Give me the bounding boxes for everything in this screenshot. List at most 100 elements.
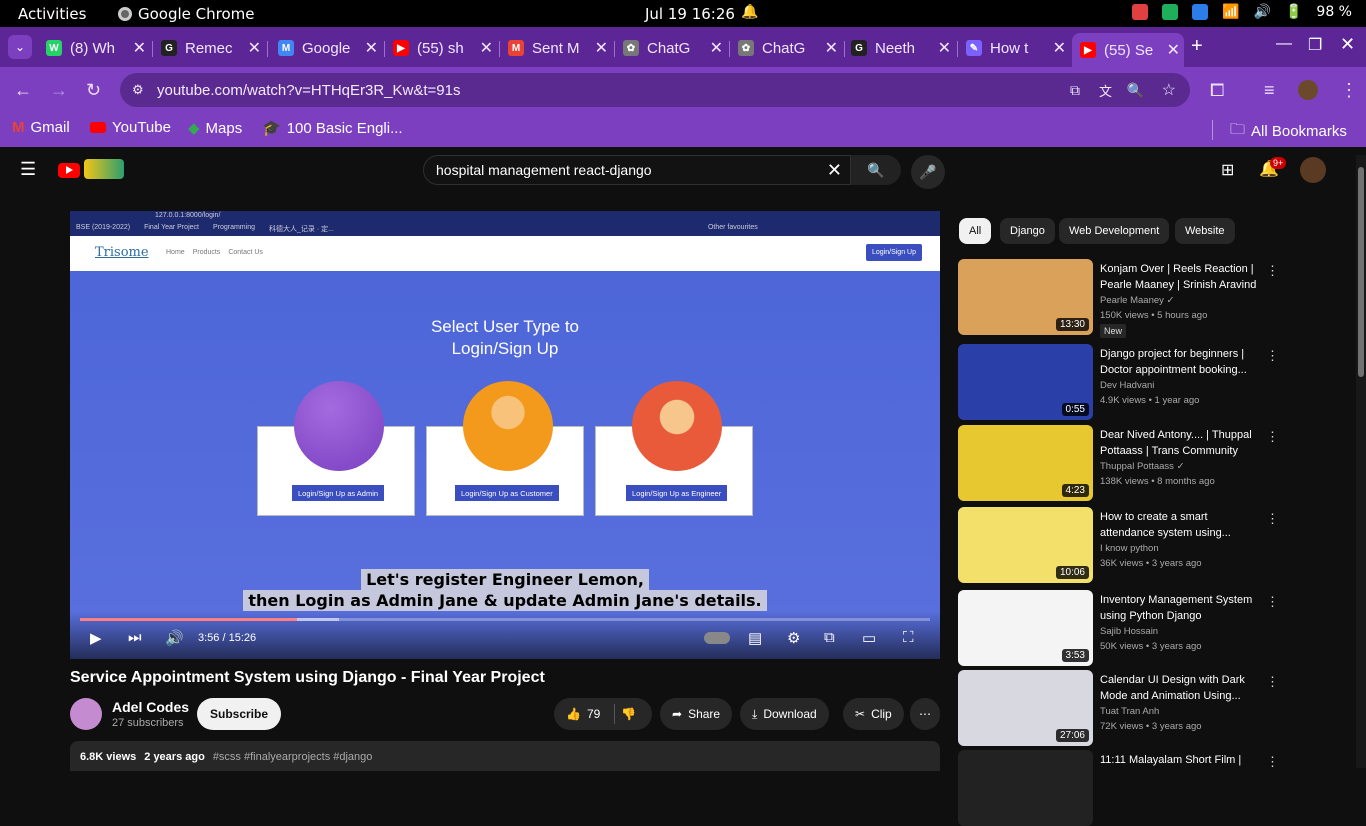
autoplay-toggle[interactable] — [704, 632, 730, 644]
more-options-icon[interactable]: ⋮ — [1266, 429, 1279, 445]
minimize-button[interactable]: — — [1276, 35, 1292, 53]
browser-tab[interactable]: M Google ✕ — [270, 33, 382, 63]
like-dislike-group[interactable]: 👍 79 👎 — [554, 698, 652, 730]
open-in-app-icon[interactable]: ⧉ — [1070, 82, 1080, 99]
app-indicator-icon[interactable] — [1192, 4, 1209, 20]
system-tray[interactable]: 📶 🔊 🔋 98 % — [1132, 4, 1352, 20]
share-button[interactable]: ➦ Share — [660, 698, 733, 730]
rec-channel[interactable]: I know python — [1100, 543, 1159, 554]
browser-tab[interactable]: ▶ (55) sh ✕ — [385, 33, 497, 63]
channel-name[interactable]: Adel Codes — [112, 699, 189, 715]
next-icon[interactable]: ⏭ — [128, 629, 142, 646]
recommended-video[interactable]: 4:23 Dear Nived Antony.... | Thuppal Pott… — [958, 425, 1338, 501]
translate-icon[interactable]: 文 — [1099, 81, 1112, 100]
app-menu[interactable]: Google Chrome — [118, 5, 255, 23]
bookmark-star-icon[interactable]: ☆ — [1162, 80, 1176, 100]
filter-chip[interactable]: Web Development — [1059, 218, 1170, 244]
address-bar[interactable]: ⚙ youtube.com/watch?v=HTHqEr3R_Kw&t=91s … — [120, 73, 1190, 107]
video-thumbnail[interactable]: 3:53 — [958, 590, 1093, 666]
zoom-icon[interactable]: 🔍 — [1127, 82, 1144, 99]
browser-tab[interactable]: ✎ How t ✕ — [958, 33, 1070, 63]
captions-icon[interactable]: ▤ — [748, 629, 762, 647]
search-button[interactable]: 🔍 — [851, 155, 901, 185]
video-thumbnail[interactable]: 13:30 — [958, 259, 1093, 335]
rec-title[interactable]: Inventory Management System using Python… — [1100, 592, 1265, 624]
browser-tab[interactable]: M Sent M ✕ — [500, 33, 612, 63]
recommended-video[interactable]: 3:53 Inventory Management System using Py… — [958, 590, 1338, 666]
youtube-logo[interactable] — [58, 163, 80, 178]
voice-search-button[interactable]: 🎤 — [911, 155, 945, 189]
rec-channel[interactable]: Pearle Maaney ✓ — [1100, 295, 1175, 306]
close-tab-icon[interactable]: ✕ — [595, 38, 608, 58]
create-icon[interactable]: ⊞ — [1221, 160, 1234, 180]
tab-search-button[interactable]: ⌄ — [8, 35, 32, 59]
back-button[interactable]: ← — [14, 80, 32, 101]
hamburger-menu-icon[interactable]: ☰ — [20, 159, 36, 180]
fullscreen-icon[interactable]: ⛶ — [903, 629, 914, 646]
close-tab-icon[interactable]: ✕ — [248, 38, 261, 58]
progress-bar[interactable] — [80, 618, 930, 621]
recommended-video[interactable]: 0:55 Django project for beginners | Docto… — [958, 344, 1338, 420]
browser-tab[interactable]: ✿ ChatG ✕ — [615, 33, 727, 63]
recommended-video[interactable]: 27:06 Calendar UI Design with Dark Mode a… — [958, 670, 1338, 746]
all-bookmarks-button[interactable]: 🗀 All Bookmarks — [1230, 119, 1347, 144]
browser-tab[interactable]: G Remec ✕ — [153, 33, 265, 63]
video-thumbnail[interactable]: 0:55 — [958, 344, 1093, 420]
scrollbar-thumb[interactable] — [1358, 167, 1364, 377]
rec-title[interactable]: Dear Nived Antony.... | Thuppal Pottaass… — [1100, 427, 1265, 459]
bookmark-maps[interactable]: ◆ Maps — [188, 119, 242, 138]
profile-avatar[interactable] — [1298, 80, 1318, 100]
browser-tab[interactable]: W (8) Wh ✕ — [38, 33, 150, 63]
browser-tab[interactable]: ▶ (55) Se ✕ — [1072, 33, 1184, 67]
site-info-icon[interactable]: ⚙ — [132, 82, 144, 98]
recommended-video[interactable]: 13:30 Konjam Over | Reels Reaction | Pear… — [958, 259, 1338, 338]
rec-channel[interactable]: Tuat Tran Anh — [1100, 706, 1159, 717]
bookmark-gmail[interactable]: M Gmail — [12, 119, 70, 136]
close-tab-icon[interactable]: ✕ — [480, 38, 493, 58]
activities-button[interactable]: Activities — [18, 5, 86, 23]
miniplayer-icon[interactable]: ⧉ — [824, 629, 835, 646]
video-thumbnail[interactable] — [958, 750, 1093, 826]
doodle-logo[interactable] — [84, 159, 124, 179]
video-player[interactable]: 127.0.0.1:8000/login/ BSE (2019-2022) Fin… — [70, 211, 940, 659]
close-tab-icon[interactable]: ✕ — [1053, 38, 1066, 58]
hashtags[interactable]: #scss #finalyearprojects #django — [213, 751, 373, 763]
subscribe-button[interactable]: Subscribe — [197, 698, 282, 730]
filter-chip[interactable]: Django — [1000, 218, 1055, 244]
bookmark-english[interactable]: 🎓 100 Basic Engli... — [262, 119, 403, 138]
more-options-icon[interactable]: ⋮ — [1266, 348, 1279, 364]
rec-channel[interactable]: Dev Hadvani — [1100, 380, 1154, 391]
chrome-menu-icon[interactable]: ⋮ — [1340, 80, 1358, 101]
close-tab-icon[interactable]: ✕ — [365, 38, 378, 58]
recommended-video[interactable]: 11:11 Malayalam Short Film | ⋮ — [958, 750, 1338, 826]
media-control-icon[interactable]: ≡ — [1264, 80, 1275, 101]
bookmark-youtube[interactable]: YouTube — [90, 119, 171, 136]
app-indicator-icon[interactable] — [1162, 4, 1179, 20]
maximize-button[interactable]: ❐ — [1308, 35, 1322, 55]
description-box[interactable]: 6.8K views 2 years ago #scss #finalyearp… — [70, 741, 940, 771]
close-tab-icon[interactable]: ✕ — [133, 38, 146, 58]
clip-button[interactable]: ✂ Clip — [843, 698, 904, 730]
new-tab-button[interactable]: + — [1191, 35, 1203, 58]
play-icon[interactable]: ▶ — [90, 629, 102, 647]
channel-avatar[interactable] — [70, 698, 102, 730]
close-window-button[interactable]: ✕ — [1340, 34, 1355, 55]
filter-chip[interactable]: Website — [1175, 218, 1235, 244]
close-tab-icon[interactable]: ✕ — [1167, 40, 1180, 60]
forward-button[interactable]: → — [50, 80, 68, 101]
clock[interactable]: Jul 19 16:26 — [645, 5, 735, 23]
page-scrollbar[interactable] — [1356, 155, 1366, 768]
clear-search-icon[interactable]: ✕ — [827, 160, 842, 181]
account-avatar[interactable] — [1300, 157, 1326, 183]
browser-tab[interactable]: G Neeth ✕ — [843, 33, 955, 63]
recommended-video[interactable]: 10:06 How to create a smart attendance sy… — [958, 507, 1338, 583]
close-tab-icon[interactable]: ✕ — [710, 38, 723, 58]
settings-icon[interactable]: ⚙ — [787, 629, 800, 647]
search-input[interactable]: hospital management react-django ✕ — [423, 155, 851, 185]
rec-channel[interactable]: Sajib Hossain — [1100, 626, 1158, 637]
reload-button[interactable]: ↻ — [86, 80, 101, 101]
rec-channel[interactable]: Thuppal Pottaass ✓ — [1100, 461, 1185, 472]
app-indicator-icon[interactable] — [1132, 4, 1149, 20]
more-options-icon[interactable]: ⋮ — [1266, 511, 1279, 527]
like-icon[interactable]: 👍 — [566, 707, 581, 721]
